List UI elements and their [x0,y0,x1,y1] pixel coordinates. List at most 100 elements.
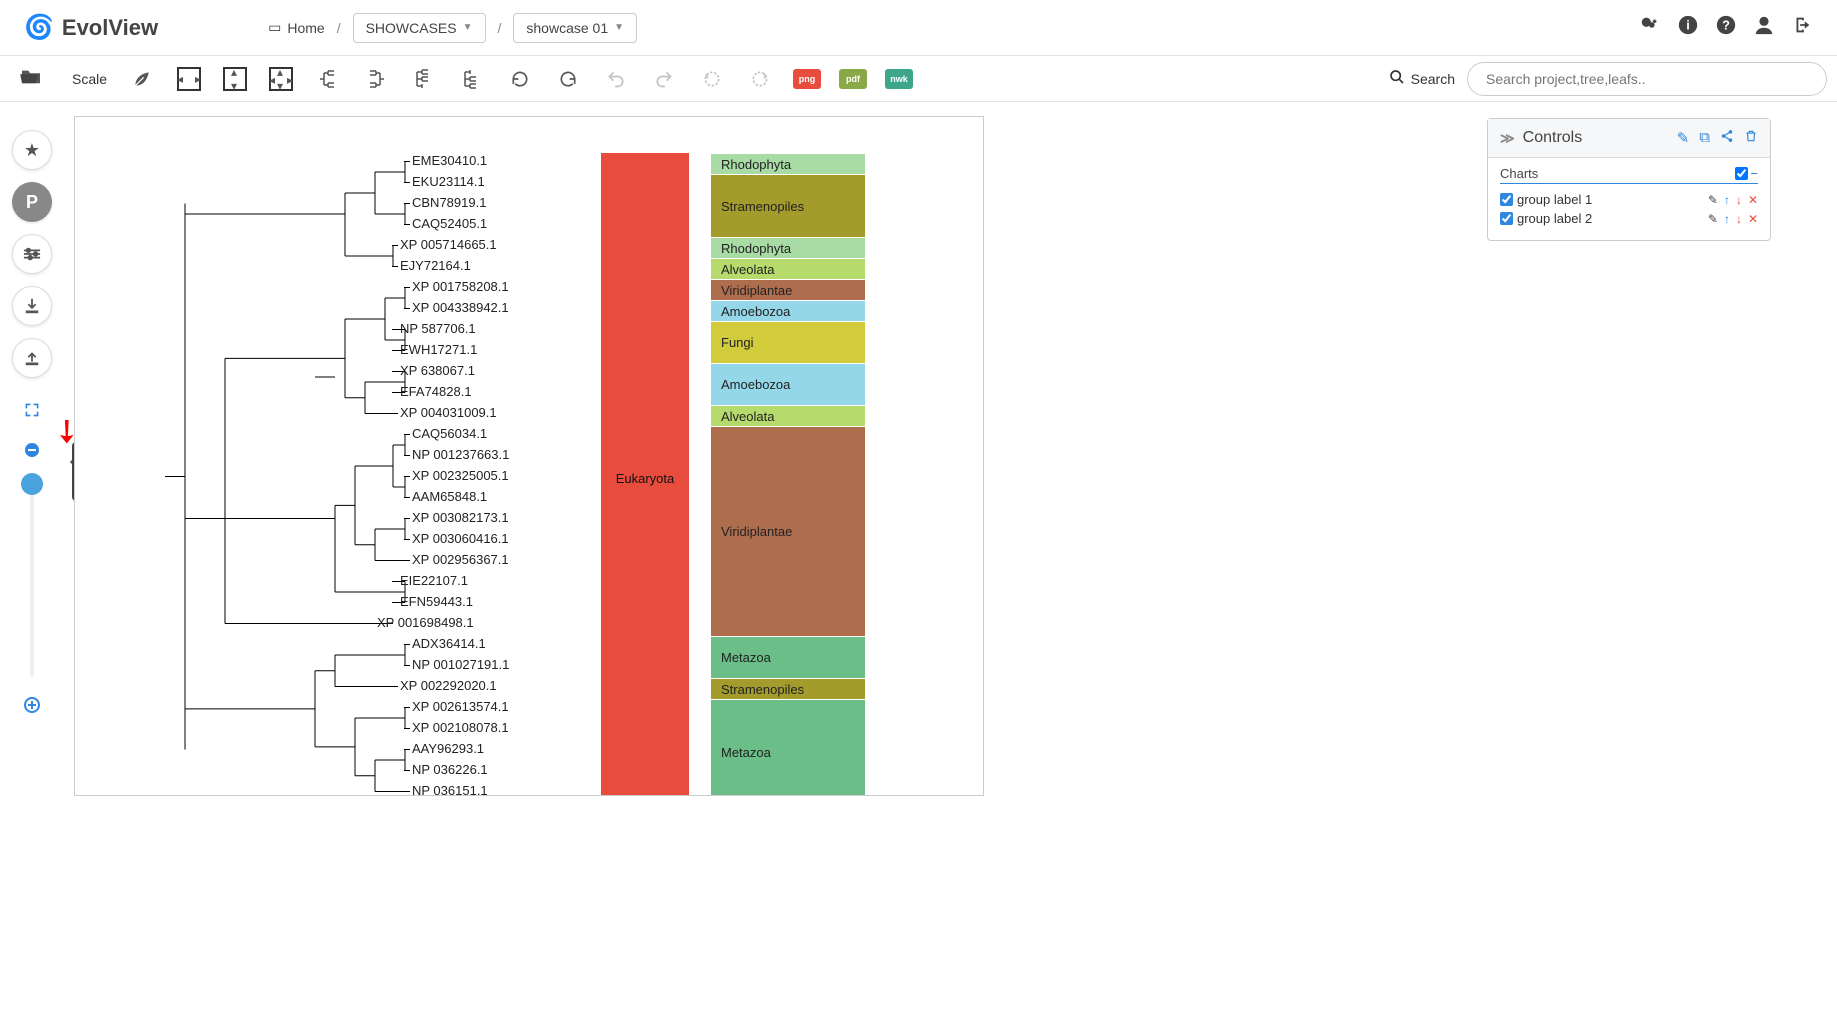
expand-button[interactable] [12,390,52,430]
delete-dataset-icon[interactable]: ✕ [1748,193,1758,207]
open-folder-icon[interactable] [12,67,50,91]
tree-dropdown[interactable]: showcase 01 ▼ [513,13,637,43]
leaf-label[interactable]: EKU23114.1 [412,174,485,189]
edit-dataset-icon[interactable]: ✎ [1708,193,1718,207]
leaf-label[interactable]: NP 001237663.1 [412,447,509,462]
leaf-label[interactable]: ADX36414.1 [412,636,486,651]
section-toggle[interactable]: − [1735,166,1758,181]
controls-body: Charts − group label 1✎↑↓✕group label 2✎… [1488,158,1770,240]
star-button[interactable]: ★ [12,130,52,170]
leaf-label[interactable]: XP 002325005.1 [412,468,509,483]
leaf-label[interactable]: XP 004338942.1 [412,300,509,315]
move-down-icon[interactable]: ↓ [1736,212,1742,226]
fit-all-icon[interactable]: ◂▸ ▴▾ [269,67,293,91]
upload-button[interactable] [12,338,52,378]
controls-panel: ≫ Controls ✎ ⧉ Charts − [1487,118,1771,241]
circular-cw-icon[interactable] [743,62,777,96]
leaf-label[interactable]: XP 003082173.1 [412,510,509,525]
trash-icon[interactable] [1744,129,1758,147]
leaf-label[interactable]: AAM65848.1 [412,489,487,504]
tree-style-4-icon[interactable] [455,62,489,96]
leaf-label[interactable]: XP 005714665.1 [400,237,497,252]
leaf-label[interactable]: EFN59443.1 [400,594,473,609]
project-dropdown[interactable]: SHOWCASES ▼ [353,13,486,43]
tree-style-3-icon[interactable] [407,62,441,96]
leaf-label[interactable]: EME30410.1 [412,153,487,168]
leaf-label[interactable]: XP 002108078.1 [412,720,509,735]
move-up-icon[interactable]: ↑ [1724,193,1730,207]
fit-vertical-icon[interactable]: ▴▾ [223,67,247,91]
rotate-cw-icon[interactable] [551,62,585,96]
leaf-label[interactable]: NP 587706.1 [400,321,476,336]
move-up-icon[interactable]: ↑ [1724,212,1730,226]
share-icon[interactable] [1720,129,1734,147]
leaf-label[interactable]: CAQ56034.1 [412,426,487,441]
export-png-button[interactable]: png [793,69,821,89]
search-icon [1389,69,1405,88]
leaf-label[interactable]: CAQ52405.1 [412,216,487,231]
move-down-icon[interactable]: ↓ [1736,193,1742,207]
user-icon[interactable] [1753,14,1775,42]
leaf-label[interactable]: EWH17271.1 [400,342,477,357]
settings-button[interactable] [12,234,52,274]
redo-icon[interactable] [647,62,681,96]
leaf-label[interactable]: NP 036226.1 [412,762,488,777]
download-button[interactable] [12,286,52,326]
app-logo[interactable]: 🌀 EvolView [24,13,158,42]
leaf-label[interactable]: NP 036151.1 [412,783,488,796]
project-p-button[interactable]: P [12,182,52,222]
leaf-label[interactable]: XP 004031009.1 [400,405,497,420]
caret-down-icon: ▼ [614,22,624,33]
home-label: Home [287,20,324,36]
leaf-label[interactable]: XP 002613574.1 [412,699,509,714]
zoom-slider[interactable] [30,477,34,677]
tree-style-2-icon[interactable] [359,62,393,96]
leaf-label[interactable]: EFA74828.1 [400,384,472,399]
leaf-icon[interactable] [125,62,159,96]
circular-ccw-icon[interactable] [695,62,729,96]
leaf-label[interactable]: AAY96293.1 [412,741,484,756]
rotate-ccw-icon[interactable] [503,62,537,96]
leaf-label[interactable]: XP 001698498.1 [377,615,474,630]
leaf-label[interactable]: XP 003060416.1 [412,531,509,546]
leaf-label[interactable]: XP 002956367.1 [412,552,509,567]
zoom-in-button[interactable] [24,697,40,718]
info-icon[interactable]: i [1677,14,1699,42]
undo-icon[interactable] [599,62,633,96]
tree-canvas[interactable]: EME30410.1 EKU23114.1 CBN78919.1 CAQ52405.1… [74,116,984,796]
help-icon[interactable]: ? [1715,14,1737,42]
section-checkbox[interactable] [1735,167,1748,180]
leaf-label[interactable]: NP 001027191.1 [412,657,509,672]
svg-text:?: ? [1722,17,1730,32]
edit-icon[interactable]: ✎ [1677,129,1690,147]
export-pdf-button[interactable]: pdf [839,69,867,89]
zoom-out-button[interactable] [24,442,40,463]
export-nwk-button[interactable]: nwk [885,69,913,89]
zoom-slider-thumb[interactable] [21,473,43,495]
toolbar: Scale ◂▸ ▴▾ ◂▸ ▴▾ png pdf nwk Search [0,56,1837,102]
section-title: Charts [1500,166,1538,181]
logout-icon[interactable] [1791,14,1813,42]
tree-style-1-icon[interactable] [311,62,345,96]
leaf-label[interactable]: EIE22107.1 [400,573,468,588]
left-sidebar: ★ P Upload tree datasets ➘ [0,102,64,1012]
controls-header[interactable]: ≫ Controls ✎ ⧉ [1488,119,1770,158]
breadcrumb-sep: / [494,20,506,36]
leaf-label[interactable]: CBN78919.1 [412,195,486,210]
edit-dataset-icon[interactable]: ✎ [1708,212,1718,226]
home-link[interactable]: ▭ Home [268,19,325,36]
leaf-label[interactable]: XP 638067.1 [400,363,475,378]
fit-horizontal-icon[interactable]: ◂▸ [177,67,201,91]
dataset-checkbox[interactable] [1500,193,1513,206]
search-label: Search [1411,71,1455,87]
share-tree-icon[interactable] [1639,14,1661,42]
leaf-label[interactable]: XP 002292020.1 [400,678,497,693]
leaf-label[interactable]: XP 001758208.1 [412,279,509,294]
dataset-checkbox[interactable] [1500,212,1513,225]
copy-icon[interactable]: ⧉ [1699,129,1710,147]
leaf-label[interactable]: EJY72164.1 [400,258,471,273]
controls-title: Controls [1523,129,1583,147]
delete-dataset-icon[interactable]: ✕ [1748,212,1758,226]
search-input[interactable] [1467,62,1827,96]
group-block: Viridiplantae [711,279,865,300]
